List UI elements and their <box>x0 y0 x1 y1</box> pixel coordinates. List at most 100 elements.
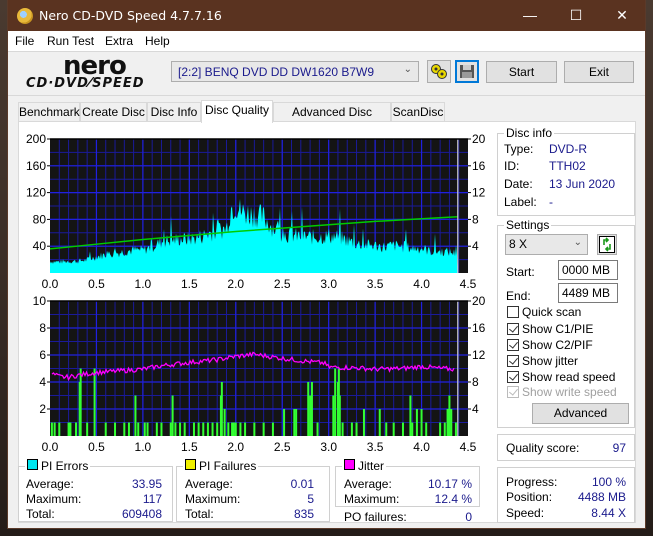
y-tick-label: 4 <box>39 375 46 389</box>
y2-tick-label: 8 <box>472 212 479 226</box>
refresh-icon <box>599 236 615 253</box>
pi-failures-swatch <box>185 459 196 470</box>
pi-failure-bar <box>50 422 53 436</box>
pi-failure-bar <box>262 422 265 436</box>
pi-failure-bar <box>104 422 107 436</box>
pi-failure-bar <box>443 422 446 436</box>
y-tick-label: 2 <box>39 402 46 416</box>
y-tick-label: 8 <box>39 321 46 335</box>
pi-failure-bar <box>239 422 242 436</box>
pi-failure-bar <box>227 422 230 436</box>
y-tick-label: 160 <box>26 159 46 173</box>
y-tick-label: 10 <box>33 294 47 308</box>
y2-tick-label: 12 <box>472 186 486 200</box>
pi-failure-bar <box>231 422 234 436</box>
pi-failure-bar <box>114 422 117 436</box>
pi-failure-bar <box>206 422 209 436</box>
pi-failure-bar <box>67 422 70 436</box>
disc-id-label: ID: <box>504 159 520 173</box>
position-label: Position: <box>506 490 553 504</box>
pi-failure-bar <box>69 422 72 436</box>
pi-failure-bar <box>127 422 130 436</box>
x-tick-label: 3.5 <box>367 277 384 291</box>
jitter-maximum-value: 12.4 % <box>434 492 472 506</box>
pi-failure-bar <box>415 409 418 436</box>
y2-tick-label: 16 <box>472 321 486 335</box>
x-tick-label: 1.0 <box>135 440 152 454</box>
y-tick-label: 120 <box>26 186 46 200</box>
pi-failure-bar <box>448 395 451 436</box>
pi-failure-bar <box>392 422 395 436</box>
disc-type-label: Type: <box>504 142 534 156</box>
pi-failure-bar <box>155 422 158 436</box>
pi-failure-bar <box>362 409 365 436</box>
pi-failure-bar <box>332 395 335 436</box>
pi-failure-bar <box>341 422 344 436</box>
y-tick-label: 40 <box>33 239 47 253</box>
pi-failure-bar <box>309 395 312 436</box>
speed-select[interactable]: 8 X ⌄ <box>505 234 588 255</box>
x-tick-label: 4.5 <box>460 277 477 291</box>
pi-errors-total-value: 609408 <box>121 507 162 521</box>
refresh-speed-button[interactable] <box>597 234 617 255</box>
pi-failure-bar <box>454 422 457 436</box>
pi-failure-bar <box>409 395 412 436</box>
pi-errors-title: PI Errors <box>41 459 89 473</box>
pi-failure-bar <box>220 382 223 436</box>
pi-failure-bar <box>338 395 341 436</box>
x-tick-label: 4.0 <box>413 440 430 454</box>
pi-failure-bar <box>234 422 237 436</box>
advanced-button[interactable]: Advanced <box>532 403 629 424</box>
speed-select-value: 8 X <box>509 237 528 251</box>
pi-failure-bar <box>425 422 428 436</box>
pi-failures-average-value: 0.01 <box>290 477 314 491</box>
x-tick-label: 4.0 <box>413 277 430 291</box>
pi-failure-bar <box>179 422 182 436</box>
x-tick-label: 1.5 <box>181 277 198 291</box>
chevron-down-icon: ⌄ <box>573 237 582 248</box>
end-input[interactable]: 4489 MB <box>558 283 618 303</box>
pi-failure-bar <box>79 368 82 436</box>
pi-failure-bar <box>171 395 174 436</box>
jitter-caption: Jitter <box>342 459 387 473</box>
y2-tick-label: 20 <box>472 132 486 146</box>
pi-failure-bar <box>197 422 200 436</box>
pi-errors-total-label: Total: <box>26 507 55 521</box>
disc-info-title: Disc info <box>504 126 555 140</box>
x-tick-label: 0.5 <box>88 440 105 454</box>
pi-failure-bar <box>244 422 247 436</box>
pi-failure-bar <box>53 422 56 436</box>
show-read-speed-label: Show read speed <box>522 370 616 384</box>
pi-failure-bar <box>316 422 319 436</box>
x-tick-label: 0.0 <box>42 440 59 454</box>
disc-label-label: Label: <box>504 195 537 209</box>
jitter-title: Jitter <box>358 459 385 473</box>
quality-score-value: 97 <box>612 441 626 455</box>
x-tick-label: 3.0 <box>320 440 337 454</box>
pi-failure-bar <box>401 422 404 436</box>
x-tick-label: 2.5 <box>274 440 291 454</box>
x-tick-label: 0.0 <box>42 277 59 291</box>
pi-failures-average-label: Average: <box>185 477 233 491</box>
pi-failure-bar <box>202 422 205 436</box>
pi-failure-bar <box>355 422 358 436</box>
pi-failure-bar <box>439 422 442 436</box>
y2-tick-label: 4 <box>472 402 479 416</box>
pi-failure-bar <box>146 422 149 436</box>
pi-failures-maximum-value: 5 <box>307 492 314 506</box>
jitter-average-label: Average: <box>344 477 392 491</box>
start-input[interactable]: 0000 MB <box>558 260 618 280</box>
quick-scan-label: Quick scan <box>522 305 582 319</box>
tab-disc-quality[interactable]: Disc Quality <box>201 100 273 123</box>
show-c2-pif-label: Show C2/PIF <box>522 338 593 352</box>
pi-errors-average-label: Average: <box>26 477 74 491</box>
disc-type-value: DVD-R <box>549 142 587 156</box>
pi-failure-bar <box>134 395 137 436</box>
pi-failure-bar <box>75 422 78 436</box>
pi-failure-bar <box>232 422 235 436</box>
pi-errors-caption: PI Errors <box>25 459 91 473</box>
pi-failure-bar <box>123 422 126 436</box>
pi-failure-bar <box>450 409 453 436</box>
pi-failure-bar <box>271 422 274 436</box>
speed-label: Speed: <box>506 506 545 520</box>
